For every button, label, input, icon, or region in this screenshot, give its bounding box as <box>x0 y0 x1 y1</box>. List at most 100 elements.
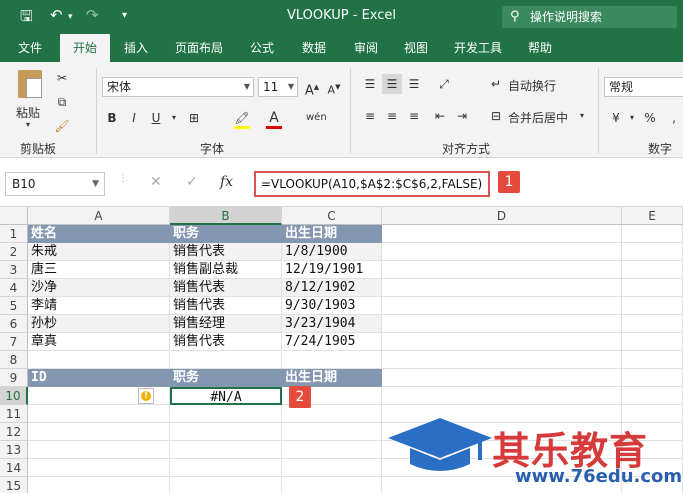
row-header[interactable]: 6 <box>0 315 28 333</box>
cell-b9[interactable]: 职务 <box>170 369 282 387</box>
cell-b5[interactable]: 销售代表 <box>170 297 282 315</box>
cell-b12[interactable] <box>170 423 282 441</box>
cell-a8[interactable] <box>28 351 170 369</box>
cell-b2[interactable]: 销售代表 <box>170 243 282 261</box>
increase-indent-icon[interactable]: ⇥ <box>452 106 472 126</box>
cell-d2[interactable] <box>382 243 622 261</box>
cell-a3[interactable]: 唐三 <box>28 261 170 279</box>
tab-data[interactable]: 数据 <box>292 34 336 62</box>
cell-e8[interactable] <box>622 351 683 369</box>
cell-e7[interactable] <box>622 333 683 351</box>
row-header[interactable]: 4 <box>0 279 28 297</box>
column-header-c[interactable]: C <box>282 207 382 225</box>
cell-c1[interactable]: 出生日期 <box>282 225 382 243</box>
row-header[interactable]: 9 <box>0 369 28 387</box>
cell-a2[interactable]: 朱戒 <box>28 243 170 261</box>
cell-a14[interactable] <box>28 459 170 477</box>
cell-a5[interactable]: 李靖 <box>28 297 170 315</box>
cut-icon[interactable]: ✂ <box>52 68 72 88</box>
borders-icon[interactable]: ⊞ <box>184 108 204 128</box>
row-header[interactable]: 3 <box>0 261 28 279</box>
fill-color-icon[interactable]: 🖍 <box>232 108 252 128</box>
tab-file[interactable]: 文件 <box>8 34 52 62</box>
row-header[interactable]: 1 <box>0 225 28 243</box>
format-painter-icon[interactable]: 🖌 <box>52 116 72 136</box>
increase-font-icon[interactable]: A▲ <box>302 77 322 98</box>
tab-help[interactable]: 帮助 <box>518 34 562 62</box>
decrease-indent-icon[interactable]: ⇤ <box>430 106 450 126</box>
cell-d4[interactable] <box>382 279 622 297</box>
insert-function-icon[interactable]: fx <box>220 174 233 190</box>
row-header[interactable]: 7 <box>0 333 28 351</box>
enter-icon[interactable]: ✓ <box>186 174 198 190</box>
cell-c3[interactable]: 12/19/1901 <box>282 261 382 279</box>
cell-c9[interactable]: 出生日期 <box>282 369 382 387</box>
bold-button[interactable]: B <box>102 108 122 128</box>
cell-b8[interactable] <box>170 351 282 369</box>
cell-d8[interactable] <box>382 351 622 369</box>
row-header[interactable]: 13 <box>0 441 28 459</box>
cell-e3[interactable] <box>622 261 683 279</box>
tab-insert[interactable]: 插入 <box>114 34 158 62</box>
cell-b7[interactable]: 销售代表 <box>170 333 282 351</box>
align-center-icon[interactable]: ≡ <box>382 106 402 126</box>
tab-review[interactable]: 审阅 <box>344 34 388 62</box>
cell-c7[interactable]: 7/24/1905 <box>282 333 382 351</box>
row-header[interactable]: 8 <box>0 351 28 369</box>
font-name-dropdown[interactable]: 宋体 ▼ <box>102 77 254 97</box>
name-box[interactable]: B10 ▼ <box>5 172 105 196</box>
cell-a11[interactable] <box>28 405 170 423</box>
cell-c8[interactable] <box>282 351 382 369</box>
copy-icon[interactable]: ⧉ <box>52 92 72 112</box>
cell-b15[interactable] <box>170 477 282 493</box>
cell-c15[interactable] <box>282 477 382 493</box>
column-header-a[interactable]: A <box>28 207 170 225</box>
comma-style-icon[interactable]: , <box>664 108 683 128</box>
align-right-icon[interactable]: ≡ <box>404 106 424 126</box>
row-header[interactable]: 2 <box>0 243 28 261</box>
cell-d7[interactable] <box>382 333 622 351</box>
cell-e10[interactable] <box>622 387 683 405</box>
percent-button[interactable]: % <box>640 108 660 128</box>
row-header[interactable]: 15 <box>0 477 28 493</box>
cell-d9[interactable] <box>382 369 622 387</box>
cell-d3[interactable] <box>382 261 622 279</box>
decrease-font-icon[interactable]: A▼ <box>324 77 344 97</box>
select-all-corner[interactable] <box>0 207 28 225</box>
align-bottom-icon[interactable]: ☰ <box>404 74 424 94</box>
align-left-icon[interactable]: ≡ <box>360 106 380 126</box>
cell-a1[interactable]: 姓名 <box>28 225 170 243</box>
error-warning-button[interactable]: ! <box>138 388 154 404</box>
currency-dropdown-icon[interactable]: ▾ <box>622 108 642 128</box>
cell-e4[interactable] <box>622 279 683 297</box>
orientation-icon[interactable]: ⤢ <box>434 74 454 94</box>
align-top-icon[interactable]: ☰ <box>360 74 380 94</box>
cell-b6[interactable]: 销售经理 <box>170 315 282 333</box>
cell-d10[interactable] <box>382 387 622 405</box>
cell-b1[interactable]: 职务 <box>170 225 282 243</box>
cell-e6[interactable] <box>622 315 683 333</box>
cell-e5[interactable] <box>622 297 683 315</box>
italic-button[interactable]: I <box>124 108 144 128</box>
cell-a12[interactable] <box>28 423 170 441</box>
cell-c14[interactable] <box>282 459 382 477</box>
cell-c13[interactable] <box>282 441 382 459</box>
cell-c12[interactable] <box>282 423 382 441</box>
cell-a13[interactable] <box>28 441 170 459</box>
cell-b4[interactable]: 销售代表 <box>170 279 282 297</box>
cell-b3[interactable]: 销售副总裁 <box>170 261 282 279</box>
cell-e2[interactable] <box>622 243 683 261</box>
row-header[interactable]: 11 <box>0 405 28 423</box>
cell-a7[interactable]: 章真 <box>28 333 170 351</box>
cell-b10[interactable]: #N/A <box>170 387 282 405</box>
phonetic-icon[interactable]: wén <box>306 108 327 128</box>
tab-home[interactable]: 开始 <box>60 34 110 62</box>
underline-dropdown-icon[interactable]: ▾ <box>164 108 184 128</box>
cell-c6[interactable]: 3/23/1904 <box>282 315 382 333</box>
underline-button[interactable]: U <box>146 108 166 128</box>
tab-page-layout[interactable]: 页面布局 <box>166 34 232 62</box>
number-format-dropdown[interactable]: 常规 <box>604 77 683 97</box>
cell-a4[interactable]: 沙净 <box>28 279 170 297</box>
column-header-d[interactable]: D <box>382 207 622 225</box>
merge-center-button[interactable]: ⊟ 合并后居中 ▾ <box>486 106 596 128</box>
